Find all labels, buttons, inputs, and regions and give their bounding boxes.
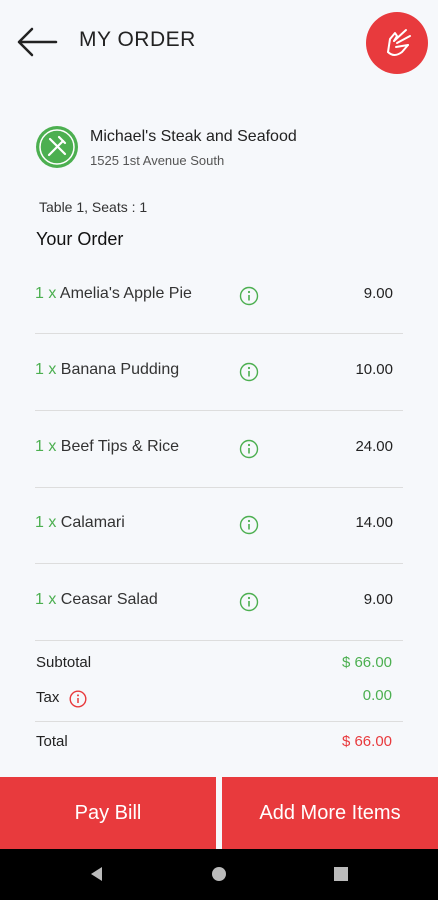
item-name: Amelia's Apple Pie <box>59 285 192 302</box>
divider <box>35 721 403 722</box>
item-info-icon[interactable] <box>239 362 259 382</box>
nav-back-icon[interactable] <box>86 863 108 885</box>
divider <box>35 640 403 641</box>
total-label: Total <box>36 733 68 750</box>
order-item: 1 x Banana Pudding 10.00 <box>35 361 403 437</box>
restaurant-address: 1525 1st Avenue South <box>90 153 225 168</box>
item-price: 9.00 <box>363 591 393 608</box>
item-price: 24.00 <box>355 438 393 455</box>
item-label: 1 x Ceasar Salad <box>35 591 158 609</box>
subtotal-value: $ 66.00 <box>341 654 392 671</box>
divider <box>35 410 403 411</box>
item-label: 1 x Beef Tips & Rice <box>35 438 179 456</box>
order-item: 1 x Amelia's Apple Pie 9.00 <box>35 285 403 361</box>
order-item: 1 x Beef Tips & Rice 24.00 <box>35 438 403 514</box>
item-name: Banana Pudding <box>60 361 180 378</box>
item-label: 1 x Calamari <box>35 514 125 532</box>
item-price: 9.00 <box>363 285 393 302</box>
item-label: 1 x Amelia's Apple Pie <box>35 285 192 303</box>
item-qty: 1 x <box>35 591 57 608</box>
pay-bill-button[interactable]: Pay Bill <box>0 777 216 849</box>
item-qty: 1 x <box>35 361 57 378</box>
restaurant-name: Michael's Steak and Seafood <box>90 128 297 145</box>
item-name: Calamari <box>60 514 125 531</box>
item-info-icon[interactable] <box>239 592 259 612</box>
divider <box>35 487 403 488</box>
restaurant-utensils-icon <box>36 126 78 168</box>
app-header: MY ORDER <box>0 0 438 90</box>
item-price: 10.00 <box>355 361 393 378</box>
item-qty: 1 x <box>35 438 57 455</box>
item-name: Ceasar Salad <box>60 591 158 608</box>
system-nav-bar <box>0 849 438 900</box>
total-value: $ 66.00 <box>341 733 392 750</box>
item-info-icon[interactable] <box>239 515 259 535</box>
back-arrow-icon[interactable] <box>16 26 60 58</box>
tax-info-icon[interactable] <box>69 690 87 708</box>
nav-home-icon[interactable] <box>208 863 230 885</box>
page-title: MY ORDER <box>79 28 196 51</box>
add-more-items-button[interactable]: Add More Items <box>222 777 438 849</box>
item-info-icon[interactable] <box>239 286 259 306</box>
table-info: Table 1, Seats : 1 <box>39 199 148 215</box>
tax-value: 0.00 <box>362 687 392 704</box>
your-order-heading: Your Order <box>36 229 124 249</box>
item-info-icon[interactable] <box>239 439 259 459</box>
item-name: Beef Tips & Rice <box>60 438 180 455</box>
subtotal-label: Subtotal <box>36 654 92 671</box>
item-qty: 1 x <box>35 285 57 302</box>
divider <box>35 333 403 334</box>
item-price: 14.00 <box>355 514 393 531</box>
app-logo-icon[interactable] <box>366 12 428 74</box>
order-item: 1 x Calamari 14.00 <box>35 514 403 590</box>
divider <box>35 563 403 564</box>
nav-recents-icon[interactable] <box>330 863 352 885</box>
tax-label: Tax <box>36 689 60 706</box>
item-label: 1 x Banana Pudding <box>35 361 179 379</box>
item-qty: 1 x <box>35 514 57 531</box>
